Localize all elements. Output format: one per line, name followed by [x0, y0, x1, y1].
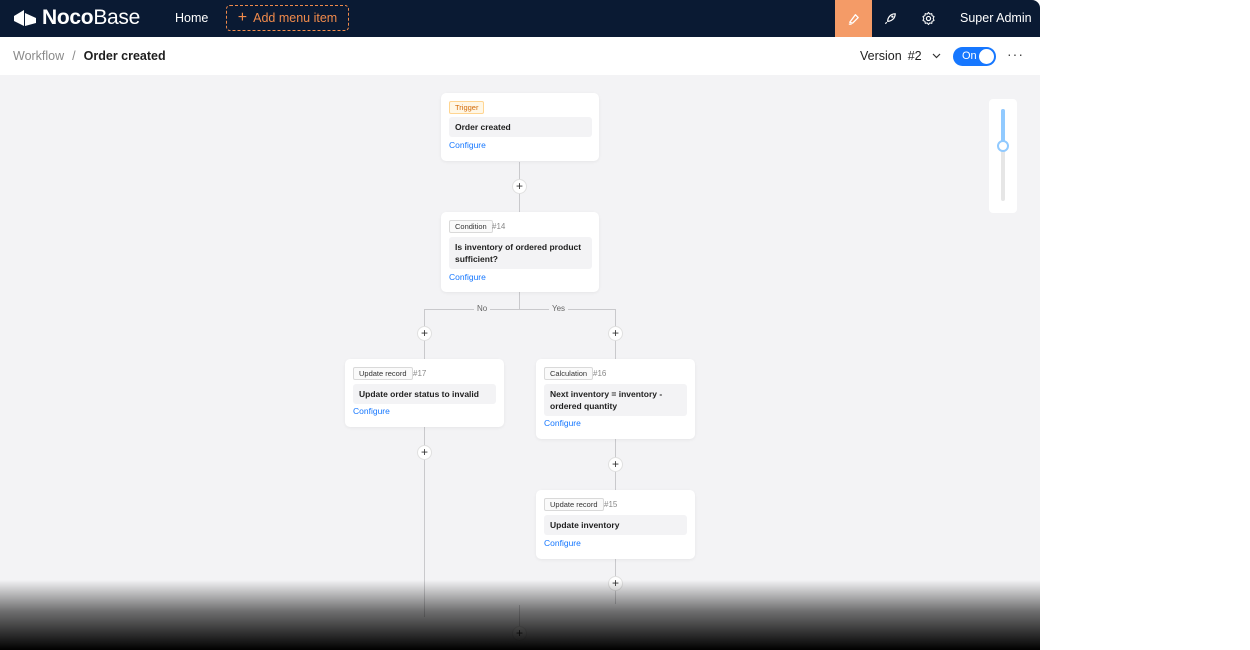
node-id: #16 — [593, 369, 607, 378]
add-node-button[interactable]: + — [608, 457, 623, 472]
configure-link[interactable]: Configure — [544, 538, 581, 548]
nav-home-link[interactable]: Home — [175, 11, 208, 25]
node-title[interactable]: Update inventory — [544, 515, 687, 535]
workflow-header: Workflow / Order created Version #2 On ·… — [0, 37, 1040, 75]
toggle-knob — [979, 49, 994, 64]
update-order-status-node[interactable]: Update record #17 Update order status to… — [345, 359, 504, 427]
highlighter-icon — [848, 14, 859, 25]
add-node-button[interactable]: + — [608, 576, 623, 591]
ui-editor-button[interactable] — [835, 0, 872, 37]
node-type-tag: Update record — [353, 367, 413, 380]
add-node-button[interactable]: + — [417, 445, 432, 460]
breadcrumb-current: Order created — [83, 49, 166, 63]
node-type-tag: Update record — [544, 498, 604, 511]
gear-icon — [922, 11, 935, 26]
chevron-down-icon — [932, 50, 941, 62]
node-type-tag: Condition — [449, 220, 493, 233]
zoom-handle[interactable] — [997, 139, 1009, 152]
add-node-button[interactable]: + — [512, 179, 527, 194]
branch-label-no: No — [474, 304, 491, 313]
node-id: #14 — [492, 222, 506, 231]
plus-icon: + — [237, 9, 248, 26]
configure-link[interactable]: Configure — [449, 140, 486, 150]
settings-button[interactable] — [910, 0, 947, 37]
logo[interactable]: Noco Base — [12, 6, 140, 29]
app-window: Noco Base Home + Add menu item Super Adm… — [0, 0, 1040, 650]
version-label: Version — [860, 49, 902, 63]
configure-link[interactable]: Configure — [353, 406, 390, 416]
logo-text-light: Base — [93, 6, 140, 29]
connector-line — [519, 292, 520, 310]
nocobase-logo-icon — [14, 10, 36, 26]
add-menu-item-button[interactable]: + Add menu item — [226, 5, 349, 31]
add-node-button[interactable]: + — [608, 326, 623, 341]
configure-link[interactable]: Configure — [544, 418, 581, 428]
branch-line — [424, 309, 616, 310]
logo-text-bold: Noco — [42, 6, 94, 29]
condition-node[interactable]: Condition #14 Is inventory of ordered pr… — [441, 212, 599, 292]
add-menu-item-label: Add menu item — [253, 11, 338, 25]
node-title[interactable]: Order created — [449, 117, 592, 137]
update-inventory-node[interactable]: Update record #15 Update inventory Confi… — [536, 490, 695, 559]
more-actions-button[interactable]: ··· — [1007, 46, 1024, 62]
breadcrumb-workflow[interactable]: Workflow — [13, 49, 64, 63]
toggle-label: On — [962, 50, 977, 62]
plugin-manager-button[interactable] — [872, 0, 909, 37]
rocket-icon — [884, 13, 896, 25]
configure-link[interactable]: Configure — [449, 272, 486, 282]
branch-label-yes: Yes — [549, 304, 569, 313]
zoom-slider[interactable] — [989, 99, 1017, 213]
add-node-button[interactable]: + — [512, 626, 527, 641]
user-menu[interactable]: Super Admin — [960, 11, 1032, 25]
top-navbar: Noco Base Home + Add menu item Super Adm… — [0, 0, 1040, 37]
version-select[interactable]: Version #2 — [860, 49, 941, 63]
node-title[interactable]: Next inventory = inventory - ordered qua… — [544, 384, 687, 416]
workflow-enabled-toggle[interactable]: On — [953, 47, 996, 66]
breadcrumb-separator: / — [72, 49, 76, 63]
node-id: #17 — [413, 369, 427, 378]
calculation-node[interactable]: Calculation #16 Next inventory = invento… — [536, 359, 695, 439]
breadcrumb: Workflow / Order created — [13, 49, 166, 63]
add-node-button[interactable]: + — [417, 326, 432, 341]
version-value: #2 — [907, 49, 922, 63]
node-id: #15 — [604, 500, 618, 509]
node-title[interactable]: Is inventory of ordered product sufficie… — [449, 237, 592, 269]
node-title[interactable]: Update order status to invalid — [353, 384, 496, 404]
node-type-tag: Trigger — [449, 101, 485, 114]
node-type-tag: Calculation — [544, 367, 594, 380]
trigger-node[interactable]: Trigger Order created Configure — [441, 93, 599, 161]
